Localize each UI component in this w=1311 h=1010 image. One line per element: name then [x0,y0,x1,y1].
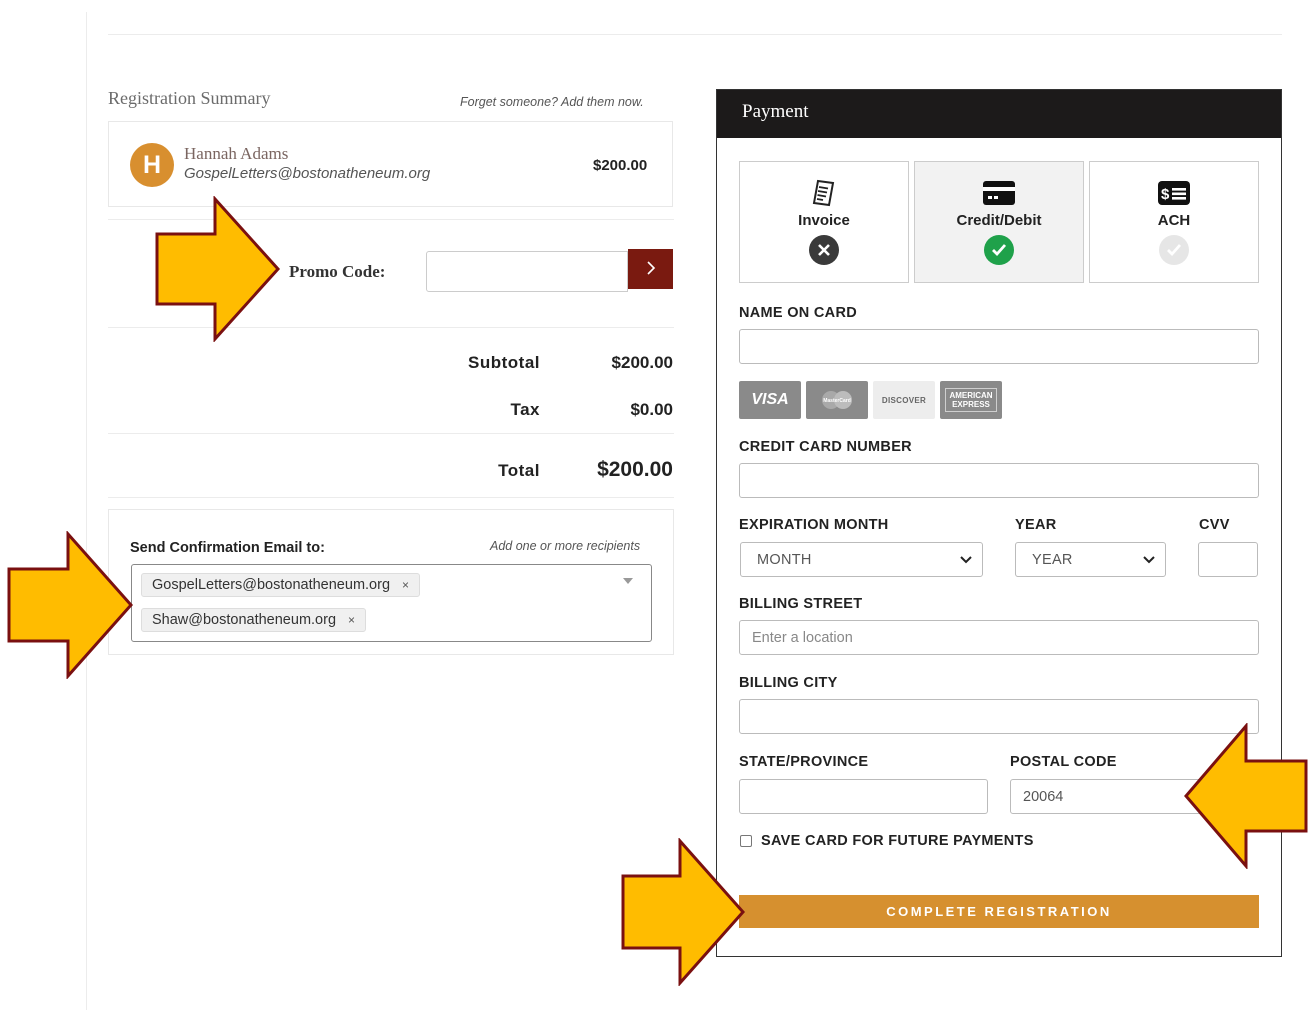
promo-code-label: Promo Code: [289,262,386,281]
payment-method-credit-debit[interactable]: Credit/Debit [914,161,1084,283]
total-label: Total [498,461,540,480]
top-divider [108,34,1282,35]
remove-recipient-button[interactable]: × [348,613,355,627]
state-province-input[interactable] [739,779,988,814]
arrow-right-icon [155,196,281,342]
divider [108,497,674,498]
attendee-name: Hannah Adams [184,144,289,163]
state-province-label: STATE/PROVINCE [739,754,869,770]
chevron-right-icon [646,259,656,280]
bank-transfer-icon: $ [1157,178,1191,208]
card-brand-text: DISCOVER [881,395,927,405]
payment-method-label: ACH [1157,212,1191,229]
arrow-right-icon [621,838,746,986]
mastercard-logo: MasterCard [806,381,868,419]
payment-method-label: Invoice [798,212,850,229]
tax-label: Tax [510,400,540,419]
confirmation-email-label: Send Confirmation Email to: [130,540,325,556]
attendee-card [108,121,673,207]
chevron-down-icon [1143,552,1155,568]
svg-text:$: $ [1161,186,1170,203]
save-card-label: SAVE CARD FOR FUTURE PAYMENTS [761,833,1034,849]
add-attendee-link[interactable]: Forget someone? Add them now. [460,95,644,109]
payment-method-ach[interactable]: $ ACH [1089,161,1259,283]
billing-city-input[interactable] [739,699,1259,734]
recipient-chip: Shaw@bostonatheneum.org × [141,608,367,632]
payment-method-label: Credit/Debit [956,212,1042,229]
expiration-year-select[interactable]: YEAR [1015,542,1166,577]
confirmation-email-hint: Add one or more recipients [490,539,641,553]
chevron-down-icon [960,552,972,568]
subtotal-label: Subtotal [468,353,540,372]
billing-street-placeholder: Enter a location [752,629,853,646]
expiration-month-value: MONTH [757,551,812,568]
name-on-card-input[interactable] [739,329,1259,364]
promo-code-input[interactable] [426,251,628,292]
card-brand-text: MasterCard [823,398,851,404]
discover-card-logo: DISCOVER [873,381,935,419]
expiration-year-value: YEAR [1032,551,1073,568]
expiration-month-label: EXPIRATION MONTH [739,517,889,533]
subtotal-value: $200.00 [611,353,673,372]
selected-check-icon [984,235,1014,265]
card-number-input[interactable] [739,463,1259,498]
recipients-dropdown-icon[interactable] [623,578,633,584]
billing-street-label: BILLING STREET [739,596,863,612]
recipient-email: Shaw@bostonatheneum.org [152,612,337,628]
billing-street-input[interactable]: Enter a location [739,620,1259,655]
divider [108,433,674,434]
unavailable-x-icon [809,235,839,265]
visa-card-logo: VISA [739,381,801,419]
card-brand-text: VISA [751,391,789,408]
year-label: YEAR [1015,517,1057,533]
promo-submit-button[interactable] [628,249,673,289]
left-guide-line [86,12,87,1010]
avatar: H [130,143,174,187]
remove-recipient-button[interactable]: × [402,578,409,592]
recipient-email: GospelLetters@bostonatheneum.org [152,577,391,593]
attendee-price: $200.00 [593,157,648,174]
attendee-email: GospelLetters@bostonatheneum.org [184,165,431,182]
arrow-right-icon [7,531,134,679]
total-value: $200.00 [597,458,673,481]
postal-code-value: 20064 [1023,788,1064,805]
credit-card-icon [982,178,1016,208]
complete-registration-button[interactable]: COMPLETE REGISTRATION [739,895,1259,928]
billing-city-label: BILLING CITY [739,675,838,691]
cvv-label: CVV [1199,517,1230,533]
expiration-month-select[interactable]: MONTH [740,542,983,577]
arrow-left-icon [1184,723,1308,869]
payment-title: Payment [742,101,809,122]
card-number-label: CREDIT CARD NUMBER [739,439,912,455]
payment-method-invoice[interactable]: Invoice [739,161,909,283]
receipt-icon [809,178,839,208]
registration-summary-title: Registration Summary [108,88,271,108]
amex-card-logo: AMERICAN EXPRESS [940,381,1002,419]
tax-value: $0.00 [630,400,673,419]
unselected-check-icon [1159,235,1189,265]
card-brand-text: AMERICAN EXPRESS [945,388,997,412]
recipient-chip: GospelLetters@bostonatheneum.org × [141,573,421,597]
name-on-card-label: NAME ON CARD [739,305,857,321]
postal-code-label: POSTAL CODE [1010,754,1117,770]
cvv-input[interactable] [1198,542,1258,577]
